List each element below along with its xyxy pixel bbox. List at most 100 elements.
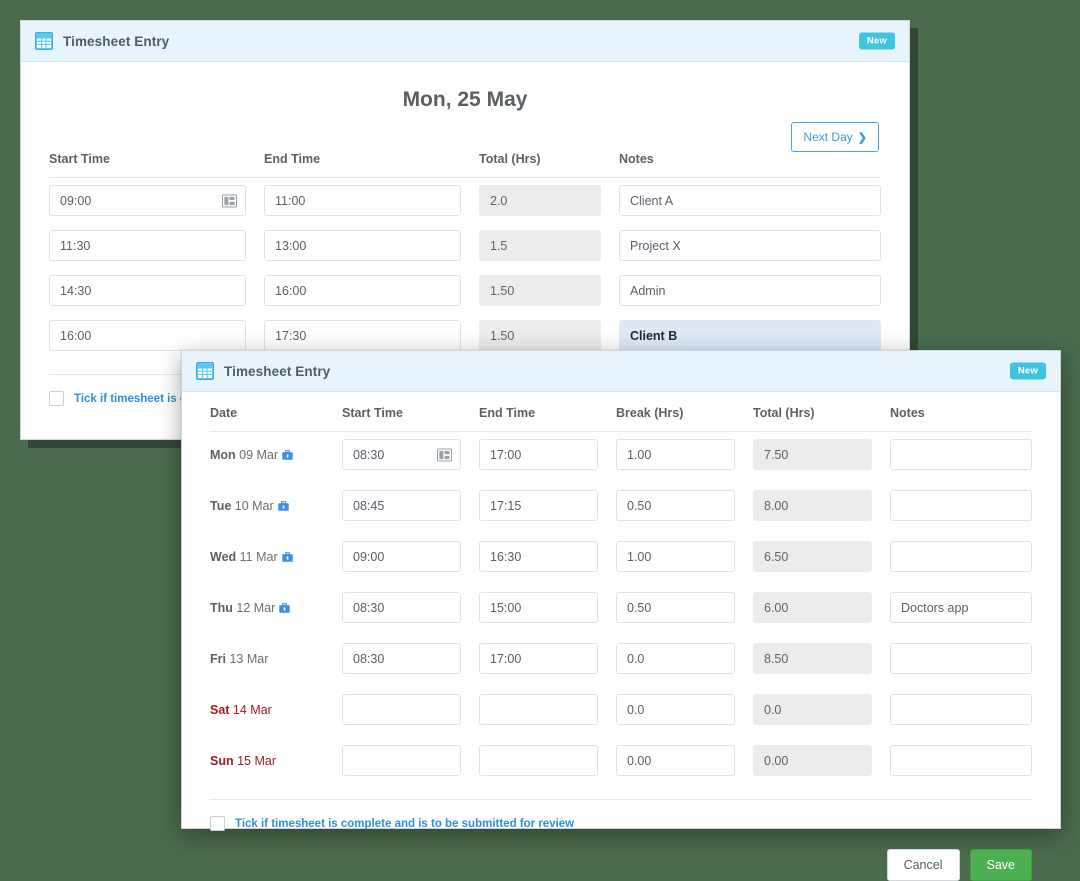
front-break-input-2[interactable]: 1.00 [616, 541, 735, 572]
front-break-input-0[interactable]: 1.00 [616, 439, 735, 470]
front-break-input-3[interactable]: 0.50 [616, 592, 735, 623]
front-notes-input-6[interactable] [890, 745, 1032, 776]
back-end-time-input-3[interactable]: 17:30 [264, 320, 461, 351]
table-row: Wed 11 Mar09:0016:301.006.50 [210, 534, 1032, 579]
front-start-time-input-4[interactable]: 08:30 [342, 643, 461, 674]
front-notes-input-4[interactable] [890, 643, 1032, 674]
front-total-value-6-value: 0.00 [764, 754, 788, 768]
front-end-time-input-5[interactable] [479, 694, 598, 725]
front-table-header-row: Date Start Time End Time Break (Hrs) Tot… [210, 406, 1032, 432]
front-end-time-input-2-value: 16:30 [490, 550, 521, 564]
front-end-time-input-1[interactable]: 17:15 [479, 490, 598, 521]
date-label-0: Mon 09 Mar [210, 448, 293, 462]
front-window-new-badge: New [1010, 363, 1046, 380]
front-start-time-input-0-value: 08:30 [353, 448, 384, 462]
front-break-input-5[interactable]: 0.0 [616, 694, 735, 725]
front-start-time-input-5[interactable] [342, 694, 461, 725]
front-notes-input-5[interactable] [890, 694, 1032, 725]
weekday-label-6: Sun [210, 754, 234, 768]
front-start-time-input-2[interactable]: 09:00 [342, 541, 461, 572]
front-break-input-4[interactable]: 0.0 [616, 643, 735, 674]
back-notes-input-0[interactable]: Client A [619, 185, 881, 216]
front-end-time-input-6[interactable] [479, 745, 598, 776]
front-col-end-time: End Time [479, 406, 616, 432]
back-start-time-input-1[interactable]: 11:30 [49, 230, 246, 261]
front-start-time-input-0[interactable]: 08:30 [342, 439, 461, 470]
front-notes-input-1[interactable] [890, 490, 1032, 521]
front-window-title: Timesheet Entry [224, 364, 330, 379]
back-start-time-input-2[interactable]: 14:30 [49, 275, 246, 306]
back-start-time-input-0[interactable]: 09:00 [49, 185, 246, 216]
back-end-time-input-1[interactable]: 13:00 [264, 230, 461, 261]
front-notes-input-0[interactable] [890, 439, 1032, 470]
back-total-value-0-value: 2.0 [490, 194, 507, 208]
back-notes-input-1-value: Project X [630, 239, 681, 253]
picker-icon[interactable] [222, 194, 237, 207]
weekday-label-0: Mon [210, 448, 236, 462]
back-start-time-input-3[interactable]: 16:00 [49, 320, 246, 351]
front-break-input-4-value: 0.0 [627, 652, 644, 666]
back-end-time-input-0[interactable]: 11:00 [264, 185, 461, 216]
back-col-notes: Notes [619, 152, 881, 178]
back-start-time-input-3-value: 16:00 [60, 329, 91, 343]
table-row: Mon 09 Mar 08:30 17:00 1.00 7.50 [210, 432, 1032, 478]
back-total-value-3-value: 1.50 [490, 329, 514, 343]
front-total-value-0: 7.50 [753, 439, 872, 470]
table-row: Thu 12 Mar08:3015:000.506.00Doctors app [210, 585, 1032, 630]
front-end-time-input-4[interactable]: 17:00 [479, 643, 598, 674]
front-complete-checkbox-row[interactable]: Tick if timesheet is complete and is to … [210, 800, 1032, 831]
front-start-time-input-4-value: 08:30 [353, 652, 384, 666]
front-complete-checkbox[interactable] [210, 816, 225, 831]
front-end-time-input-3[interactable]: 15:00 [479, 592, 598, 623]
front-start-time-input-3-value: 08:30 [353, 601, 384, 615]
briefcase-icon [278, 501, 289, 511]
back-end-time-input-2-value: 16:00 [275, 284, 306, 298]
cancel-button[interactable]: Cancel [887, 849, 960, 881]
front-end-time-input-4-value: 17:00 [490, 652, 521, 666]
back-col-total: Total (Hrs) [479, 152, 619, 178]
back-col-end-time: End Time [264, 152, 479, 178]
front-window-body: Date Start Time End Time Break (Hrs) Tot… [182, 392, 1060, 881]
front-break-input-1-value: 0.50 [627, 499, 651, 513]
front-notes-input-2[interactable] [890, 541, 1032, 572]
date-label-2: Wed 11 Mar [210, 550, 293, 564]
back-total-value-2-value: 1.50 [490, 284, 514, 298]
table-row: Fri 13 Mar08:3017:000.08.50 [210, 636, 1032, 681]
back-end-time-input-2[interactable]: 16:00 [264, 275, 461, 306]
front-end-time-input-0[interactable]: 17:00 [479, 439, 598, 470]
front-button-row: Cancel Save [210, 849, 1032, 881]
back-notes-input-2[interactable]: Admin [619, 275, 881, 306]
front-start-time-input-6[interactable] [342, 745, 461, 776]
front-end-time-input-2[interactable]: 16:30 [479, 541, 598, 572]
back-day-title: Mon, 25 May [49, 88, 881, 112]
back-total-value-1-value: 1.5 [490, 239, 507, 253]
back-notes-input-3[interactable]: Client B [619, 320, 881, 351]
front-total-value-4-value: 8.50 [764, 652, 788, 666]
table-row: Sun 15 Mar 0.00 0.00 [210, 738, 1032, 783]
briefcase-icon [282, 552, 293, 562]
front-break-input-1[interactable]: 0.50 [616, 490, 735, 521]
front-col-start-time: Start Time [342, 406, 479, 432]
back-total-value-1: 1.5 [479, 230, 601, 261]
front-col-total: Total (Hrs) [753, 406, 890, 432]
next-day-button[interactable]: Next Day ❯ [791, 122, 879, 152]
front-notes-input-3[interactable]: Doctors app [890, 592, 1032, 623]
save-button[interactable]: Save [970, 849, 1033, 881]
front-start-time-input-1[interactable]: 08:45 [342, 490, 461, 521]
back-complete-checkbox[interactable] [49, 391, 64, 406]
back-notes-input-1[interactable]: Project X [619, 230, 881, 261]
date-label-6: Sun 15 Mar [210, 754, 276, 768]
front-total-value-5: 0.0 [753, 694, 872, 725]
front-total-value-4: 8.50 [753, 643, 872, 674]
front-break-input-6[interactable]: 0.00 [616, 745, 735, 776]
front-start-time-input-3[interactable]: 08:30 [342, 592, 461, 623]
table-row: 09:00 11:00 2.0 Client A [49, 178, 881, 224]
picker-icon[interactable] [437, 448, 452, 461]
front-break-input-6-value: 0.00 [627, 754, 651, 768]
front-start-time-input-1-value: 08:45 [353, 499, 384, 513]
back-window-titlebar: Timesheet Entry New [21, 21, 909, 62]
back-end-time-input-0-value: 11:00 [275, 194, 305, 208]
front-total-value-3: 6.00 [753, 592, 872, 623]
front-col-notes: Notes [890, 406, 1032, 432]
front-window-titlebar: Timesheet Entry New [182, 351, 1060, 392]
